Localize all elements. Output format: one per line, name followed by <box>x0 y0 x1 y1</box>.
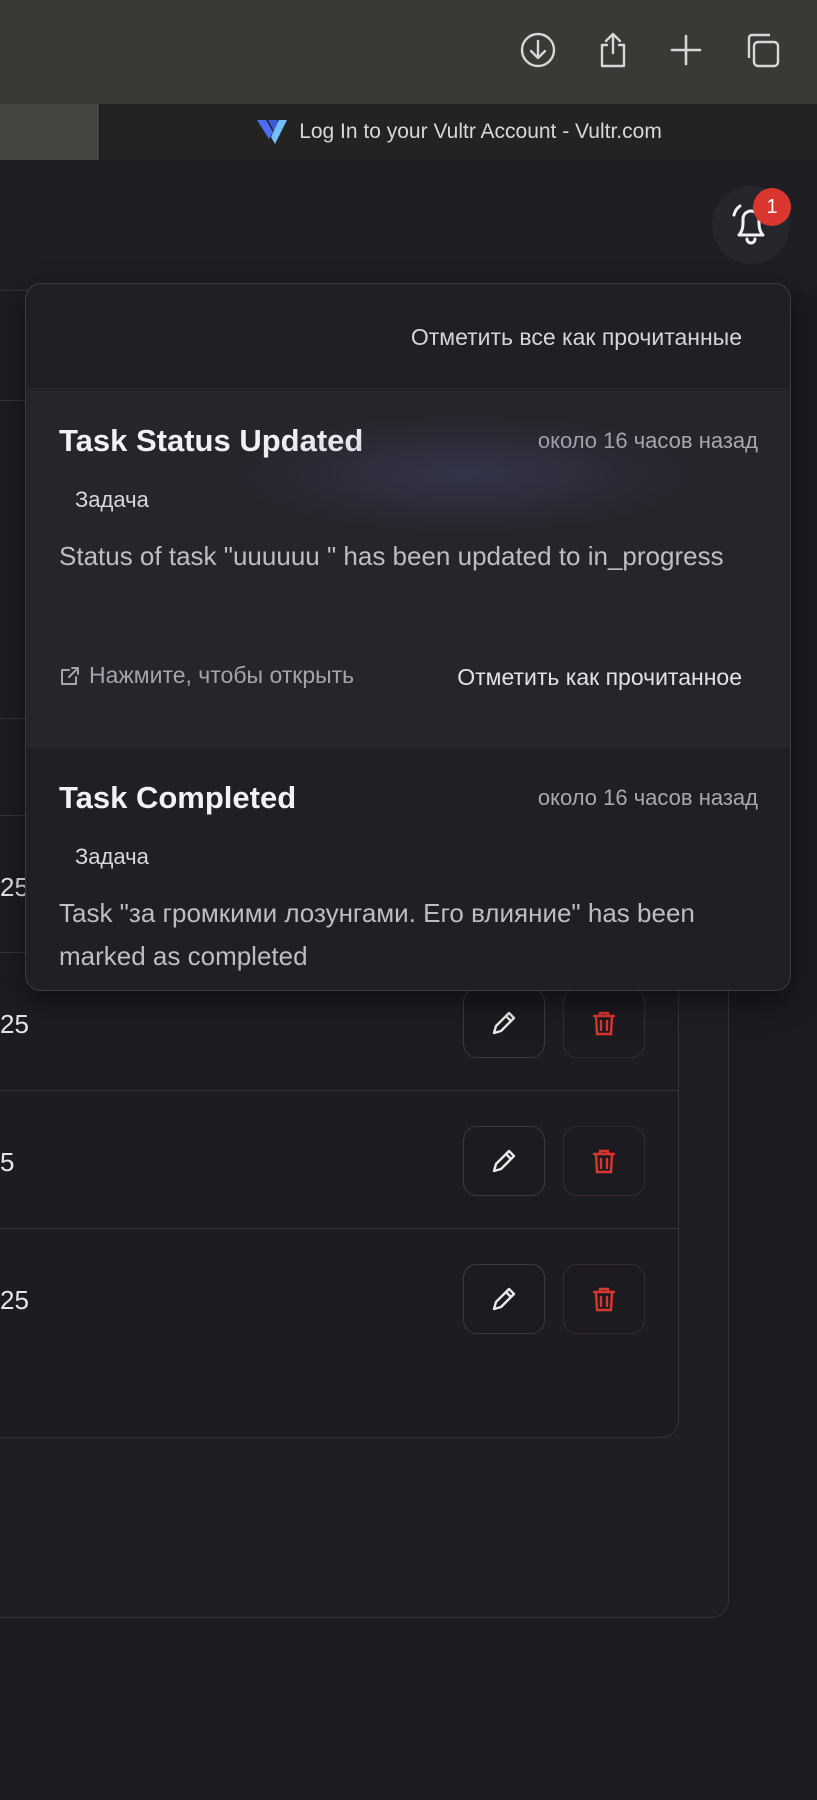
notification-type-tag: Задача <box>75 844 149 869</box>
tab-title: Log In to your Vultr Account - Vultr.com <box>299 120 662 143</box>
table-cell-date: 5 <box>0 1147 15 1177</box>
notification-title: Task Completed <box>59 780 297 815</box>
vultr-logo-icon <box>255 117 289 147</box>
notification-item[interactable]: Task Status Updated около 16 часов назад… <box>26 390 790 748</box>
tab-active[interactable]: Log In to your Vultr Account - Vultr.com <box>99 104 817 160</box>
notification-count-badge: 1 <box>753 188 791 226</box>
notification-type-tag: Задача <box>75 487 149 512</box>
notification-message: Status of task "uuuuuu " has been update… <box>59 541 724 571</box>
notification-item[interactable]: Task Completed около 16 часов назад Зада… <box>26 748 790 990</box>
open-link[interactable]: Нажмите, чтобы открыть <box>59 662 354 689</box>
row-divider <box>0 1228 678 1229</box>
notification-time: около 16 часов назад <box>537 785 758 810</box>
trash-icon <box>592 1149 616 1174</box>
table-cell-date: 25 <box>0 1009 29 1039</box>
tab-inactive[interactable] <box>0 104 99 160</box>
delete-button[interactable] <box>563 1126 645 1196</box>
pencil-icon <box>492 1287 516 1311</box>
dropdown-header: Отметить все как прочитанные <box>26 284 790 389</box>
open-link-label: Нажмите, чтобы открыть <box>89 662 355 688</box>
trash-icon <box>592 1011 616 1036</box>
download-icon[interactable] <box>516 28 560 72</box>
edit-button[interactable] <box>463 1126 545 1196</box>
external-link-icon <box>61 666 79 685</box>
share-icon[interactable] <box>591 28 635 72</box>
delete-button[interactable] <box>563 988 645 1058</box>
edit-button[interactable] <box>463 988 545 1058</box>
table-cell-date: 25 <box>0 1285 29 1315</box>
row-divider <box>0 1090 678 1091</box>
pencil-icon <box>492 1149 516 1173</box>
edit-button[interactable] <box>463 1264 545 1334</box>
plus-icon[interactable] <box>664 28 708 72</box>
pencil-icon <box>492 1011 516 1035</box>
browser-toolbar <box>0 0 817 104</box>
app-header <box>0 160 817 290</box>
mark-all-read-button[interactable]: Отметить все как прочитанные <box>411 324 742 351</box>
mark-read-button[interactable]: Отметить как прочитанное <box>457 664 742 691</box>
trash-icon <box>592 1287 616 1312</box>
notification-time: около 16 часов назад <box>537 428 758 453</box>
notifications-dropdown: Отметить все как прочитанные Task Status… <box>25 283 791 991</box>
notification-message: Task "за громкими лозунгами. Его влияние… <box>59 898 695 971</box>
delete-button[interactable] <box>563 1264 645 1334</box>
notification-title: Task Status Updated <box>59 423 364 458</box>
tab-bar: Log In to your Vultr Account - Vultr.com <box>0 104 817 160</box>
tabs-icon[interactable] <box>740 28 784 72</box>
